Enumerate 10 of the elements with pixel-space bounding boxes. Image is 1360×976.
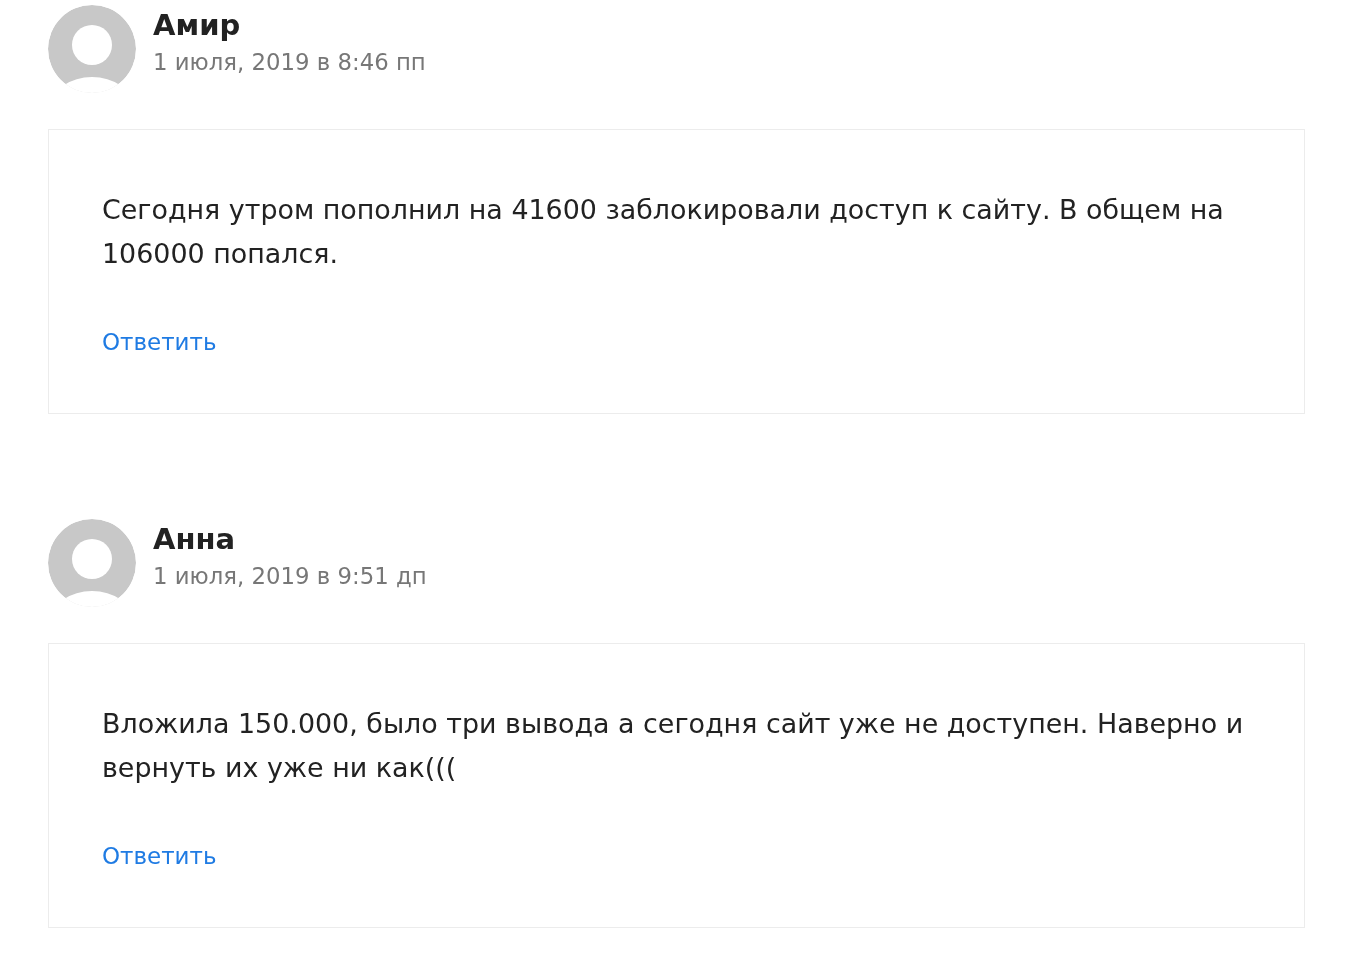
author-name: Анна <box>153 522 237 557</box>
comment-date: 1 июля, 2019 в 8:46 пп <box>153 48 426 77</box>
reply-link[interactable]: Ответить <box>102 843 217 871</box>
avatar-icon <box>48 5 136 93</box>
comment-text: Вложила 150.000, было три вывода а сегодня сайт уже не доступен. Наверно и вернуть их уже ни как((( <box>102 707 1245 785</box>
avatar-icon <box>48 519 136 607</box>
comment-text: Сегодня утром пополнил на 41600 заблокировали доступ к сайту. В общем на 106000 попался. <box>102 193 1225 271</box>
comment-date: 1 июля, 2019 в 9:51 дп <box>153 562 427 591</box>
author-name: Амир <box>153 8 242 43</box>
reply-link[interactable]: Ответить <box>102 329 217 357</box>
